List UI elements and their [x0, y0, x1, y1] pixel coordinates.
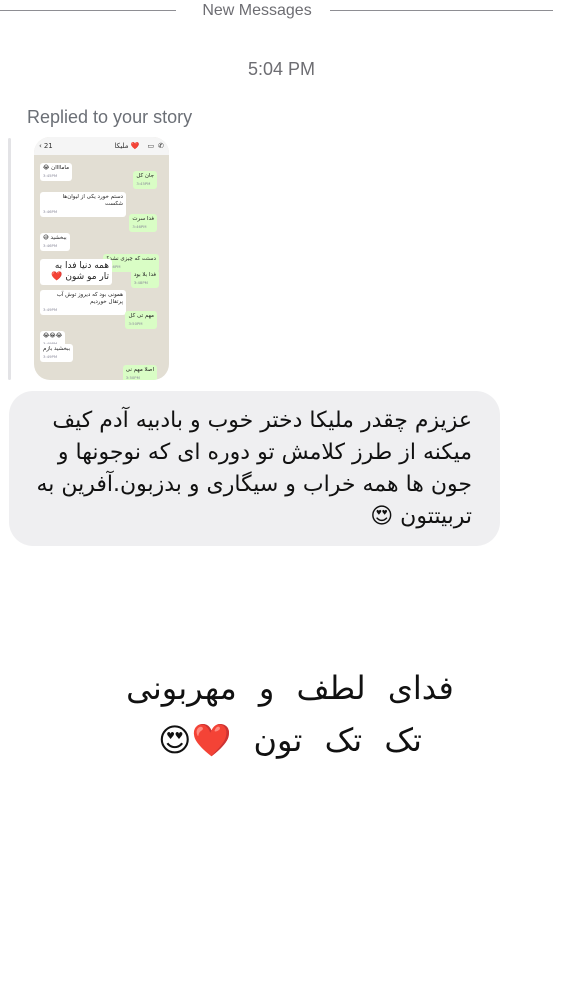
story-chat-message-text: جان کل: [136, 173, 154, 179]
message-timestamp: 5:04 PM: [247, 59, 316, 79]
phone-icon: ✆: [158, 142, 164, 150]
story-chat-message: جان کل 3:45PM: [133, 171, 157, 189]
reply-indicator-bar: [8, 138, 11, 380]
story-chat-message-time: 3:49PM: [43, 354, 58, 359]
story-chat-message-time: 3:49PM: [43, 307, 58, 312]
story-chat-header: ‹ 21 ملیکا ❤️ ▭ ✆: [34, 137, 169, 155]
reply-message: فدای لطف و مهربونی تک تک تون ❤️😍: [120, 662, 460, 766]
reply-line-1: فدای لطف و مهربونی: [126, 669, 454, 707]
story-chat-message-text: دستم خورد یکی از لیوان‌ها شکست: [62, 194, 123, 207]
story-chat-message: ماماااان 😂 3:45PM: [40, 163, 73, 181]
story-chat-message-time: 3:46PM: [132, 224, 147, 229]
story-chat-message-text: مهم تی کل: [128, 313, 154, 319]
story-chat-message-text: فدا بلا بود: [133, 272, 156, 278]
story-chat-message-time: 3:45PM: [136, 181, 151, 186]
story-chat-message: فدا بلا بود 3:48PM: [130, 270, 159, 288]
story-chat-message-time: 3:46PM: [106, 264, 121, 269]
story-chat-message: دستم خورد یکی از لیوان‌ها شکست 3:46PM: [40, 192, 126, 217]
reply-line-2: تک تک تون ❤️😍: [158, 721, 422, 759]
story-chat-message-time: 3:46PM: [43, 209, 58, 214]
story-thumbnail[interactable]: ‹ 21 ملیکا ❤️ ▭ ✆ ماماااان 😂 3:45PM جان کل…: [34, 137, 169, 380]
story-chat-message-text: همونی بود که دیروز توش آب پرتقال خوردیم: [56, 292, 123, 305]
new-messages-divider: New Messages: [202, 2, 312, 19]
back-chevron-icon: ‹: [39, 142, 42, 150]
story-chat-message-time: 3:46PM: [43, 243, 58, 248]
story-chat-message-text: دستت که چیزی نشد؟: [106, 256, 156, 262]
story-chat-message-time: 3:45PM: [43, 173, 58, 178]
story-chat-message-text: اصلا مهم نی: [125, 367, 154, 373]
story-chat-message-text: ماماااان 😂: [43, 165, 70, 171]
divider-line-left: [0, 10, 176, 11]
story-chat-message: مهم تی کل 3:50PM: [125, 311, 157, 329]
incoming-message-bubble[interactable]: عزیزم چقدر ملیکا دختر خوب و بادبیه آدم ک…: [9, 391, 500, 546]
video-call-icon: ▭: [147, 142, 155, 150]
story-chat-message-text: ببخشید 😅: [43, 235, 67, 241]
divider-line-right: [330, 10, 553, 11]
story-chat-message-time: 3:48PM: [133, 280, 148, 285]
story-chat-message: همه دنیا فدا به تار مو شون ❤️: [40, 259, 112, 285]
story-chat-message-text: همه دنیا فدا به تار مو شون ❤️: [51, 261, 109, 282]
story-chat-message: همونی بود که دیروز توش آب پرتقال خوردیم 3…: [40, 290, 126, 315]
story-chat-message-text: فدا سرت: [132, 216, 154, 222]
story-chat-message-text: 😂😂😂: [43, 333, 63, 339]
story-chat-message-time: 3:50PM: [128, 321, 143, 326]
story-chat-message-text: ببخشید بازم: [43, 346, 71, 352]
story-chat-message-time: 3:50PM: [125, 375, 140, 380]
contact-name: ملیکا ❤️: [114, 142, 140, 150]
replied-to-story-label: Replied to your story: [27, 107, 193, 127]
story-chat-message: فدا سرت 3:46PM: [129, 214, 157, 232]
incoming-message-text: عزیزم چقدر ملیکا دختر خوب و بادبیه آدم ک…: [36, 408, 472, 529]
unread-count: 21: [43, 142, 53, 150]
story-chat-message: ببخشید بازم 3:49PM: [40, 344, 74, 362]
story-chat-message: اصلا مهم نی 3:50PM: [122, 365, 157, 380]
story-chat-message: ببخشید 😅 3:46PM: [40, 233, 70, 251]
